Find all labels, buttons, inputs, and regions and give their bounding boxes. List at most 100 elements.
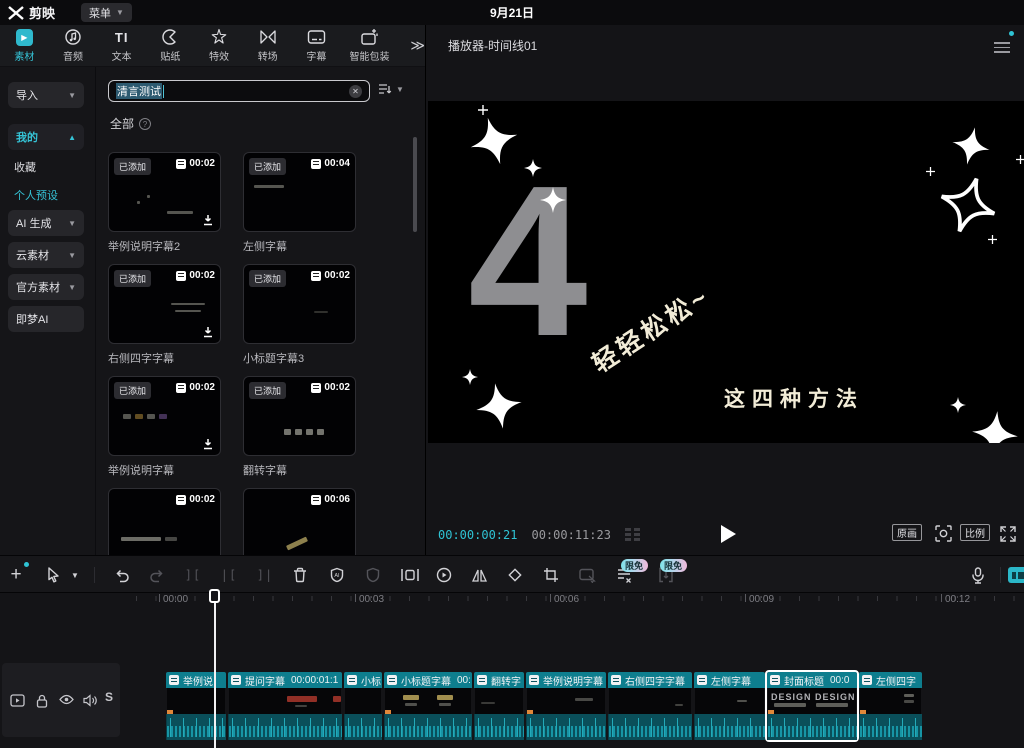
- track-collapse-toggle[interactable]: [1008, 567, 1024, 583]
- undo-button[interactable]: [108, 556, 136, 594]
- preset-card[interactable]: 已添加 00:02 翻转字幕: [243, 376, 356, 478]
- tab-effects[interactable]: 特效: [195, 28, 244, 63]
- caption-icon: [307, 28, 326, 46]
- sort-control[interactable]: ▼: [378, 83, 404, 95]
- preset-title: 翻转字幕: [243, 462, 356, 478]
- preset-card[interactable]: 已添加 00:02 右侧四字字幕: [108, 264, 221, 366]
- preset-card[interactable]: 00:06: [243, 488, 356, 555]
- tab-smart-pack[interactable]: 智能包装: [341, 28, 399, 63]
- smart-matting-button[interactable]: AI: [323, 556, 351, 594]
- sidebar-item-favorites[interactable]: 收藏: [14, 159, 36, 175]
- split-right-icon[interactable]: ]|: [252, 556, 278, 594]
- focus-icon[interactable]: [935, 525, 952, 542]
- timecode: 00:00:00:21 00:00:11:23: [438, 528, 640, 542]
- preset-title: 举例说明字幕: [108, 462, 221, 478]
- chevron-down-icon[interactable]: ▼: [68, 556, 82, 594]
- timeline-clip[interactable]: 翻转字: [474, 672, 524, 740]
- preset-card[interactable]: 已添加 00:04 左侧字幕: [243, 152, 356, 254]
- screen-record-icon: [579, 568, 597, 583]
- download-icon[interactable]: [202, 214, 214, 226]
- timeline-clip[interactable]: 小标题字幕00:: [384, 672, 472, 740]
- beat-marker: [527, 710, 533, 714]
- timeline-clip[interactable]: 左侧字幕: [694, 672, 765, 740]
- fullscreen-icon[interactable]: [1000, 526, 1016, 542]
- tab-audio[interactable]: 音频: [49, 28, 98, 63]
- divider: [1000, 567, 1001, 583]
- crop-icon: [543, 567, 559, 583]
- rotate-button[interactable]: [501, 556, 529, 594]
- media-toolbar: ▶ 素材 音频 TI 文本 贴纸 特效 转场 字幕 智能包装 ≫: [0, 25, 425, 67]
- video-preview[interactable]: 4 轻轻松松~ 这四种方法: [428, 101, 1024, 443]
- tab-text[interactable]: TI 文本: [97, 28, 146, 63]
- filter-all[interactable]: 全部 ?: [110, 115, 151, 132]
- tab-material[interactable]: ▶ 素材: [0, 28, 49, 63]
- split-left-icon[interactable]: |[: [216, 556, 242, 594]
- sidebar-item-dreamina[interactable]: 即梦AI: [8, 306, 84, 332]
- clear-search-icon[interactable]: ✕: [349, 85, 362, 98]
- scrollbar[interactable]: [413, 137, 417, 232]
- sidebar-item-mine[interactable]: 我的▲: [8, 124, 84, 150]
- lock-icon[interactable]: [36, 694, 48, 708]
- tab-sticker[interactable]: 贴纸: [146, 28, 195, 63]
- player-menu-icon[interactable]: [994, 39, 1010, 56]
- beat-marker: [385, 710, 391, 714]
- split-icon[interactable]: ][: [180, 556, 206, 594]
- smart-pack-icon: [360, 28, 379, 46]
- playhead-line[interactable]: [214, 589, 216, 748]
- sidebar-item-cloud-material[interactable]: 云素材▼: [8, 242, 84, 268]
- mirror-button[interactable]: [465, 556, 493, 594]
- original-quality-button[interactable]: 原画: [892, 524, 922, 541]
- timeline-clip[interactable]: 举例说: [166, 672, 226, 740]
- divider: [94, 567, 95, 583]
- template-icon: [176, 383, 186, 393]
- sidebar-item-import[interactable]: 导入▼: [8, 82, 84, 108]
- sidebar-item-ai-generate[interactable]: AI 生成▼: [8, 210, 84, 236]
- solo-toggle[interactable]: S: [105, 690, 113, 704]
- template-icon: [176, 159, 186, 169]
- preset-card[interactable]: 已添加 00:02 举例说明字幕2: [108, 152, 221, 254]
- delete-button[interactable]: [287, 556, 313, 594]
- sidebar-item-personal-presets[interactable]: 个人预设: [14, 187, 58, 203]
- eye-icon[interactable]: [59, 694, 74, 705]
- preset-card[interactable]: 00:02: [108, 488, 221, 555]
- toolbar-expand-icon[interactable]: ≫: [410, 37, 425, 54]
- top-bar: 剪映 菜单 ▼ 9月21日: [0, 0, 1024, 25]
- play-button[interactable]: [721, 525, 736, 543]
- tab-caption[interactable]: 字幕: [292, 28, 341, 63]
- voiceover-button[interactable]: [964, 556, 992, 594]
- preset-title: 右侧四字字幕: [108, 350, 221, 366]
- download-icon[interactable]: [202, 438, 214, 450]
- preset-card[interactable]: 已添加 00:02 小标题字幕3: [243, 264, 356, 366]
- text-template-icon: [387, 675, 397, 685]
- player-title: 播放器-时间线01: [448, 37, 537, 54]
- ruler-label: 00:00: [163, 594, 188, 605]
- timeline-clip[interactable]: 举例说明字幕: [526, 672, 606, 740]
- preview-number: 4: [468, 153, 588, 368]
- preset-card[interactable]: 已添加 00:02 举例说明字幕: [108, 376, 221, 478]
- ratio-button[interactable]: 比例: [960, 524, 990, 541]
- download-icon[interactable]: [202, 326, 214, 338]
- playhead-handle[interactable]: [209, 589, 220, 603]
- search-input[interactable]: 清言测试 ✕: [108, 80, 370, 102]
- limited-free-badge: 限免: [660, 559, 687, 572]
- crop-button[interactable]: [537, 556, 565, 594]
- matting-button[interactable]: [359, 556, 387, 594]
- reverse-button[interactable]: [430, 556, 458, 594]
- timeline-clip[interactable]: 右侧四字字幕: [608, 672, 692, 740]
- timeline-clip[interactable]: 左侧四字: [859, 672, 922, 740]
- select-tool[interactable]: [40, 556, 66, 594]
- help-icon[interactable]: ?: [139, 118, 151, 130]
- preset-title: 举例说明字幕2: [108, 238, 221, 254]
- timeline-area[interactable]: 00:00 00:03 00:06 00:09 00:12 S 举例说 提问字幕…: [0, 593, 1024, 748]
- speaker-icon[interactable]: [83, 694, 97, 707]
- freeze-frame-button[interactable]: [396, 556, 424, 594]
- timeline-clip[interactable]: 小标: [344, 672, 382, 740]
- redo-button[interactable]: [143, 556, 171, 594]
- preset-title: 小标题字幕3: [243, 350, 356, 366]
- timeline-clip[interactable]: 提问字幕00:00:01:1: [228, 672, 342, 740]
- sidebar-item-official-material[interactable]: 官方素材▼: [8, 274, 84, 300]
- timeline-clip-selected[interactable]: 封面标题00:0 DESIGN DESIGN: [767, 672, 857, 740]
- media-library-panel: 导入▼ 我的▲ 收藏 个人预设 AI 生成▼ 云素材▼ 官方素材▼ 即梦AI 清…: [0, 67, 425, 555]
- record-button[interactable]: [574, 556, 602, 594]
- tab-transition[interactable]: 转场: [243, 28, 292, 63]
